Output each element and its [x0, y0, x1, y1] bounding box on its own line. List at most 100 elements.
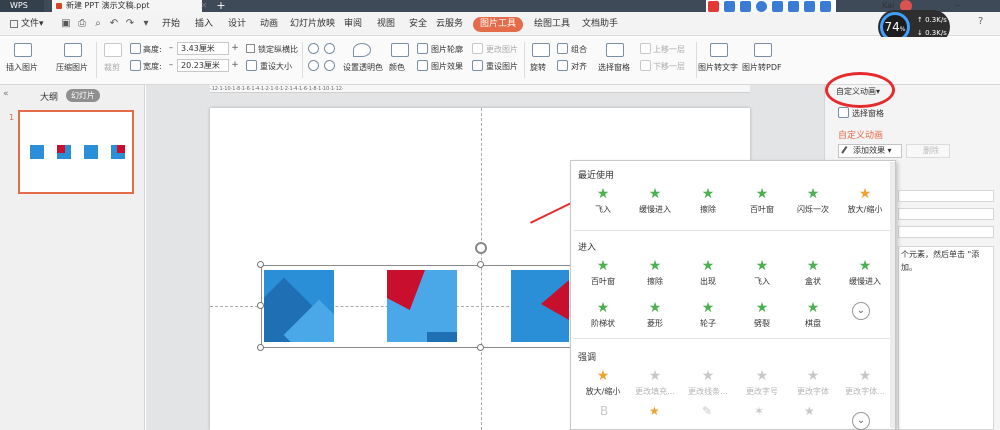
effect-recent-item[interactable]: ★ 闪烁一次 [786, 184, 840, 220]
effect-enter-item[interactable]: ★ 飞入 [735, 256, 789, 292]
tab-outline[interactable]: 大纲 [40, 90, 58, 103]
width-increase-button[interactable]: + [230, 59, 240, 72]
tab-review[interactable]: 审阅 [344, 12, 362, 36]
tab-slides[interactable]: 幻灯片 [66, 89, 100, 102]
picture-outline-button[interactable]: 图片轮廓 [431, 44, 463, 55]
wps-home-tab[interactable]: WPS [0, 0, 44, 12]
lock-aspect-ratio-checkbox[interactable] [246, 44, 255, 53]
reset-size-icon[interactable] [246, 60, 257, 71]
height-input[interactable]: 3.43厘米 [177, 42, 229, 55]
selection-pane-icon[interactable] [838, 107, 849, 118]
reset-size-button[interactable]: 重设大小 [260, 61, 292, 72]
add-effect-button[interactable]: 添加效果 ▾ [838, 144, 902, 158]
file-menu[interactable]: 文件▾ [10, 12, 44, 36]
effect-enter-item[interactable]: ★ 劈裂 [735, 298, 789, 334]
help-icon[interactable]: ? [978, 16, 983, 27]
tab-home[interactable]: 开始 [162, 12, 180, 36]
transparent-color-icon[interactable] [353, 43, 371, 57]
compress-picture-icon[interactable] [64, 43, 82, 57]
tab-slideshow[interactable]: 幻灯片放映 [290, 12, 335, 36]
tab-insert[interactable]: 插入 [195, 12, 213, 36]
lock-aspect-ratio-label[interactable]: 锁定纵横比 [258, 44, 298, 55]
tab-view[interactable]: 视图 [377, 12, 395, 36]
user-name[interactable]: Kai [882, 1, 894, 10]
minimize-button[interactable]: – [955, 0, 960, 11]
reset-picture-icon[interactable] [472, 60, 483, 71]
effect-enter-item[interactable]: ★ 盒状 [786, 256, 840, 292]
effect-emph-item[interactable]: ★ 放大/缩小 [576, 366, 630, 402]
picture-effect-button[interactable]: 图片效果 [431, 61, 463, 72]
contrast-up-icon[interactable] [308, 60, 319, 71]
effect-enter-item[interactable]: ★ 百叶窗 [576, 256, 630, 292]
microphone-icon[interactable] [772, 1, 783, 12]
tab-security[interactable]: 安全 [409, 12, 427, 36]
color-button[interactable]: 颜色 [389, 62, 405, 73]
sogou-ime-icon[interactable] [708, 1, 719, 12]
set-transparent-color-button[interactable]: 设置透明色 [343, 62, 383, 73]
selection-pane-icon[interactable] [606, 43, 624, 57]
resize-handle[interactable] [257, 261, 264, 268]
picture-to-text-icon[interactable] [710, 43, 728, 57]
resize-handle[interactable] [477, 344, 484, 351]
effect-enter-item[interactable]: ★ 棋盘 [786, 298, 840, 334]
redo-icon[interactable]: ↷ [124, 18, 136, 30]
save-icon[interactable]: ▣ [60, 18, 72, 30]
tab-cloud-service[interactable]: 云服务 [436, 12, 463, 36]
effect-enter-item[interactable]: ★ 擦除 [628, 256, 682, 292]
punctuation-icon[interactable] [740, 1, 751, 12]
effect-enter-item[interactable]: ★ 缓慢进入 [838, 256, 892, 292]
picture-to-pdf-button[interactable]: 图片转PDF [742, 62, 782, 73]
tab-picture-tools[interactable]: 图片工具 [473, 17, 523, 32]
effect-enter-item[interactable]: ★ 阶梯状 [576, 298, 630, 334]
reset-picture-button[interactable]: 重设图片 [486, 61, 518, 72]
tab-animation[interactable]: 动画 [260, 12, 278, 36]
group-button[interactable]: 组合 [571, 44, 587, 55]
rotate-button[interactable]: 旋转 [530, 62, 546, 73]
brightness-down-icon[interactable] [324, 43, 335, 54]
resize-handle[interactable] [257, 302, 264, 309]
effect-enter-item[interactable]: ★ 出现 [681, 256, 735, 292]
ime-mode-icon[interactable] [724, 1, 735, 12]
rotate-icon[interactable] [532, 43, 550, 57]
tab-doc-assistant[interactable]: 文档助手 [582, 12, 618, 36]
document-tab[interactable]: 新建 PPT 演示文稿.ppt [52, 0, 202, 12]
align-button[interactable]: 对齐 [571, 61, 587, 72]
picture-effect-icon[interactable] [417, 60, 428, 71]
selection-pane-button[interactable]: 选择窗格 [598, 62, 630, 73]
resize-handle[interactable] [477, 261, 484, 268]
width-input[interactable]: 20.23厘米 [177, 59, 229, 72]
print-icon[interactable]: ⎙ [76, 18, 88, 30]
rotate-handle[interactable] [475, 242, 487, 254]
brightness-up-icon[interactable] [308, 43, 319, 54]
selection-pane-link[interactable]: 选择窗格 [852, 108, 884, 119]
undo-icon[interactable]: ↶ [108, 18, 120, 30]
effect-recent-item[interactable]: ★ 百叶窗 [735, 184, 789, 220]
effect-enter-item[interactable]: ★ 菱形 [628, 298, 682, 334]
insert-picture-button[interactable]: 插入图片 [6, 62, 38, 73]
height-increase-button[interactable]: + [230, 42, 240, 55]
effect-recent-item[interactable]: ★ 缓慢进入 [628, 184, 682, 220]
tab-design[interactable]: 设计 [228, 12, 246, 36]
emoji-icon[interactable] [756, 1, 767, 12]
toolbox-icon[interactable] [820, 1, 831, 12]
expand-enter-icon[interactable]: ⌄ [852, 302, 870, 320]
picture-to-pdf-icon[interactable] [754, 43, 772, 57]
shirt-skin-icon[interactable] [804, 1, 815, 12]
height-decrease-button[interactable]: – [166, 42, 176, 55]
chevron-down-icon[interactable]: ▾ [140, 18, 152, 30]
keyboard-icon[interactable] [788, 1, 799, 12]
group-icon[interactable] [557, 43, 568, 54]
effect-recent-item[interactable]: ★ 放大/缩小 [838, 184, 892, 220]
width-decrease-button[interactable]: – [166, 59, 176, 72]
effect-enter-item[interactable]: ★ 轮子 [681, 298, 735, 334]
resize-handle[interactable] [257, 344, 264, 351]
close-tab-icon[interactable]: × [198, 0, 210, 12]
tab-drawing-tools[interactable]: 绘图工具 [534, 12, 570, 36]
new-tab-button[interactable]: + [214, 0, 228, 12]
picture-outline-icon[interactable] [417, 43, 428, 54]
slide-thumbnail[interactable] [18, 110, 134, 194]
print-preview-icon[interactable]: ⌕ [92, 18, 104, 30]
effect-recent-item[interactable]: ★ 擦除 [681, 184, 735, 220]
contrast-down-icon[interactable] [324, 60, 335, 71]
align-icon[interactable] [557, 60, 568, 71]
